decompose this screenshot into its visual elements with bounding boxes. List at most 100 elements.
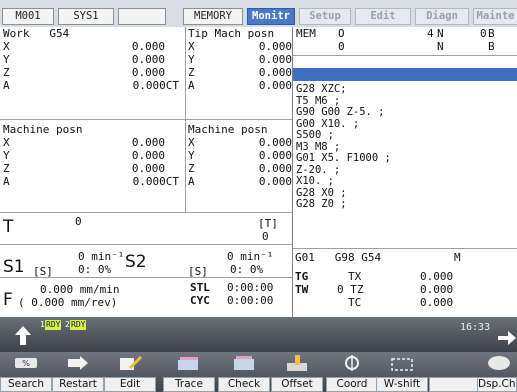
tab-monitor[interactable]: Monitr	[247, 8, 295, 25]
cyc-label: CYC	[190, 294, 210, 307]
blank-softkey-label	[429, 377, 481, 392]
feed-label: F	[3, 290, 13, 310]
tool-bracket-label: [T]	[258, 217, 278, 230]
coord-softkey-label: Coord	[326, 377, 378, 392]
w-shift-softkey[interactable]: W-shift	[376, 352, 428, 392]
modal-separator	[293, 248, 517, 249]
w-shift-icon	[391, 358, 413, 371]
tip-axis-z-value: 0.000	[258, 66, 292, 79]
modal-tz-label: 0 TZ	[337, 283, 364, 296]
restart-icon	[68, 356, 88, 370]
spindle-2-label: S2	[125, 252, 147, 272]
edit-softkey-label: Edit	[104, 377, 156, 392]
coord-icon	[345, 355, 359, 371]
tool-separator	[0, 212, 293, 213]
modal-tx-value: 0.000	[420, 270, 454, 283]
work-axis-y-label: Y	[3, 53, 10, 66]
machine2-axis-a-value: 0.000	[258, 175, 292, 188]
program-mode: MEM	[296, 27, 316, 40]
tip-axis-x-label: X	[188, 40, 195, 53]
display-change-softkey-label: Dsp.Chg	[477, 377, 517, 392]
top-tab-bar: M001 SYS1 MEMORY Monitr Setup Edit Diagn…	[0, 0, 517, 27]
machine2-axis-x-label: X	[188, 136, 195, 149]
work-axis-a-value: 0.000CT	[132, 79, 179, 92]
spindle-1-percent: 0: 0%	[78, 263, 112, 276]
menu-arrow-icon[interactable]	[496, 329, 517, 347]
tab-mainte[interactable]: Mainte	[473, 8, 517, 25]
program-n-value: 4	[427, 27, 434, 40]
program-line: G01 X5. F1000 ;	[296, 152, 391, 164]
offset-icon	[287, 355, 307, 371]
restart-softkey-label: Restart	[52, 377, 104, 392]
trace-softkey[interactable]: Trace	[163, 352, 215, 392]
tip-axis-y-label: Y	[188, 53, 195, 66]
tip-axis-z-label: Z	[188, 66, 195, 79]
trace-softkey-label: Trace	[163, 377, 215, 392]
tab-edit[interactable]: Edit	[355, 8, 411, 25]
tool-value: 0	[75, 215, 82, 228]
tip-axis-y-value: 0.000	[258, 53, 292, 66]
system-1-ready-badge: RDY	[45, 320, 62, 330]
svg-text:%: %	[22, 359, 30, 368]
program-line: X10. ;	[296, 175, 334, 187]
search-softkey[interactable]: % Search	[0, 352, 52, 392]
tip-axis-a-value: 0.000	[258, 79, 292, 92]
spindle-2-speed: 0 min⁻¹	[227, 250, 274, 263]
tab-m001[interactable]: M001	[2, 8, 54, 25]
display-change-softkey[interactable]: Dsp.Chg	[477, 352, 517, 392]
return-arrow-icon[interactable]	[12, 325, 34, 347]
system-2-ready-badge: RDY	[70, 320, 87, 330]
modal-tc-label: TC	[348, 296, 362, 309]
machine-axis-x-label: X	[3, 136, 10, 149]
feed-rate: 0.000 mm/min	[40, 283, 120, 296]
tab-setup[interactable]: Setup	[299, 8, 351, 25]
check-icon	[234, 356, 254, 370]
offset-softkey[interactable]: Offset	[271, 352, 323, 392]
tool-label: T	[3, 217, 14, 237]
program-n-label: N	[437, 27, 444, 40]
check-softkey-label: Check	[218, 377, 270, 392]
offset-softkey-label: Offset	[271, 377, 323, 392]
trace-icon	[178, 357, 198, 370]
work-axis-x-label: X	[3, 40, 10, 53]
modal-tg-label: TG	[295, 270, 309, 283]
cyc-value: 0:00:00	[227, 294, 274, 307]
machine2-axis-z-label: Z	[188, 162, 195, 175]
tip-axis-a-label: A	[188, 79, 195, 92]
tab-diagn[interactable]: Diagn	[415, 8, 469, 25]
tab-memory[interactable]: MEMORY	[183, 8, 243, 25]
modal-tz-value: 0.000	[420, 283, 454, 296]
restart-softkey[interactable]: Restart	[52, 352, 104, 392]
work-axis-y-value: 0.000	[131, 53, 165, 66]
machine2-axis-y-label: Y	[188, 149, 195, 162]
program-listing[interactable]: G28 XZC; T5 M6 ; G90 G00 Z-5. ; G00 X10.…	[296, 83, 516, 211]
machine-axis-z-label: Z	[3, 162, 10, 175]
program-b-value: 0	[480, 27, 487, 40]
clock: 16:33	[460, 322, 491, 333]
modal-tw-label: TW	[295, 283, 309, 296]
work-title: Work G54	[3, 27, 70, 40]
machine-axis-z-value: 0.000	[131, 162, 165, 175]
tip-title: Tip Mach posn	[188, 27, 275, 40]
w-shift-softkey-label: W-shift	[376, 377, 428, 392]
tab-sys1[interactable]: SYS1	[58, 8, 114, 25]
work-axis-x-value: 0.000	[131, 40, 165, 53]
spindle-2-percent: 0: 0%	[230, 263, 264, 276]
machine-axis-x-value: 0.000	[131, 136, 165, 149]
work-axis-a-label: A	[3, 79, 10, 92]
program-header-separator	[293, 55, 517, 56]
modal-tx-label: TX	[348, 270, 362, 283]
program-o-value: 0	[338, 40, 345, 53]
machine-axis-a-label: A	[3, 175, 10, 188]
tab-blank[interactable]	[118, 8, 166, 25]
program-line: G90 G00 Z-5. ;	[296, 106, 385, 118]
coord-softkey[interactable]: Coord	[326, 352, 378, 392]
machine2-axis-x-value: 0.000	[258, 136, 292, 149]
feed-separator	[0, 277, 293, 278]
check-softkey[interactable]: Check	[218, 352, 270, 392]
status-strip: 1 RDY 2 RDY 16:33	[0, 317, 517, 352]
edit-softkey[interactable]: Edit	[104, 352, 156, 392]
blank-softkey[interactable]	[429, 352, 481, 392]
machine2-title: Machine posn	[188, 123, 268, 136]
position-panel: Work G54 X 0.000 Y 0.000 Z 0.000 A 0.000…	[0, 27, 293, 317]
